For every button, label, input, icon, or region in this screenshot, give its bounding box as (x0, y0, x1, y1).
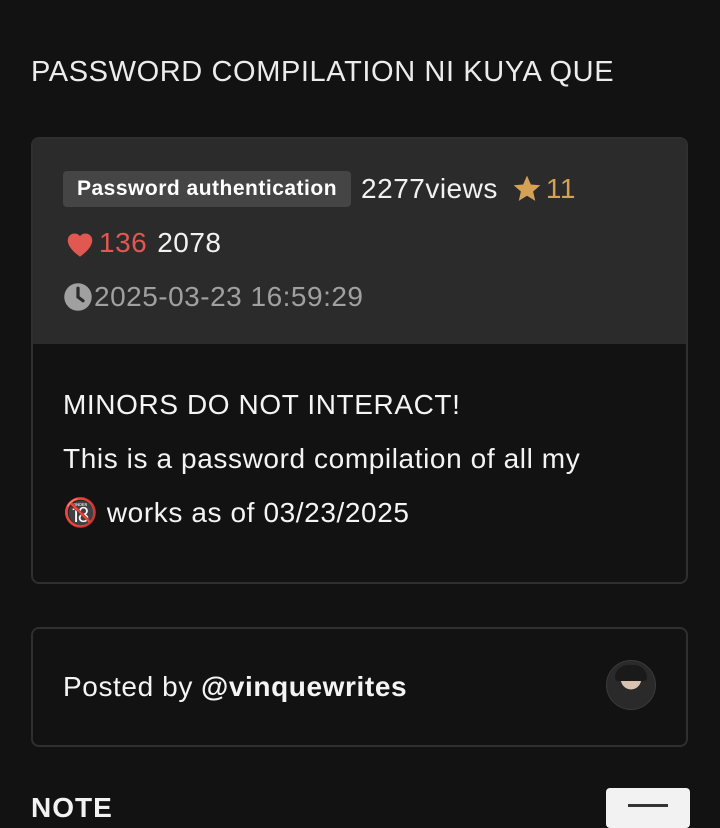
auth-badge[interactable]: Password authentication (63, 171, 352, 207)
post-card: Password authentication 2277views 11 136… (31, 137, 688, 584)
heart-count: 136 (99, 227, 148, 258)
page-title: PASSWORD COMPILATION NI KUYA QUE (31, 56, 615, 88)
menu-icon[interactable] (606, 788, 690, 828)
star-icon (513, 175, 541, 201)
author-username[interactable]: @vinquewrites (201, 671, 407, 702)
heart-icon (67, 233, 93, 257)
no-minors-icon: 🔞 (63, 497, 99, 528)
post-meta: Password authentication 2277views 11 136… (33, 139, 686, 344)
post-timestamp: 2025-03-23 16:59:29 (94, 281, 364, 312)
posted-by: Posted by @vinquewrites (63, 671, 407, 703)
body-line-3: 🔞 works as of 03/23/2025 (63, 486, 656, 540)
views-count: 2277views (361, 173, 498, 204)
avatar[interactable] (606, 660, 656, 710)
body-line-2: This is a password compilation of all my (63, 443, 581, 474)
heart-button[interactable]: 136 (63, 227, 147, 259)
body-line-1: MINORS DO NOT INTERACT! (63, 389, 461, 420)
post-body: MINORS DO NOT INTERACT! This is a passwo… (33, 344, 686, 540)
posted-by-label: Posted by (63, 671, 193, 702)
note-title: NOTE (31, 792, 113, 823)
star-button[interactable]: 11 (510, 173, 576, 205)
clock-icon (64, 283, 92, 311)
author-card[interactable]: Posted by @vinquewrites (31, 627, 688, 747)
body-line-3-text: works as of 03/23/2025 (106, 497, 410, 528)
comments-count: 2078 (157, 227, 222, 258)
star-count: 11 (545, 173, 576, 204)
